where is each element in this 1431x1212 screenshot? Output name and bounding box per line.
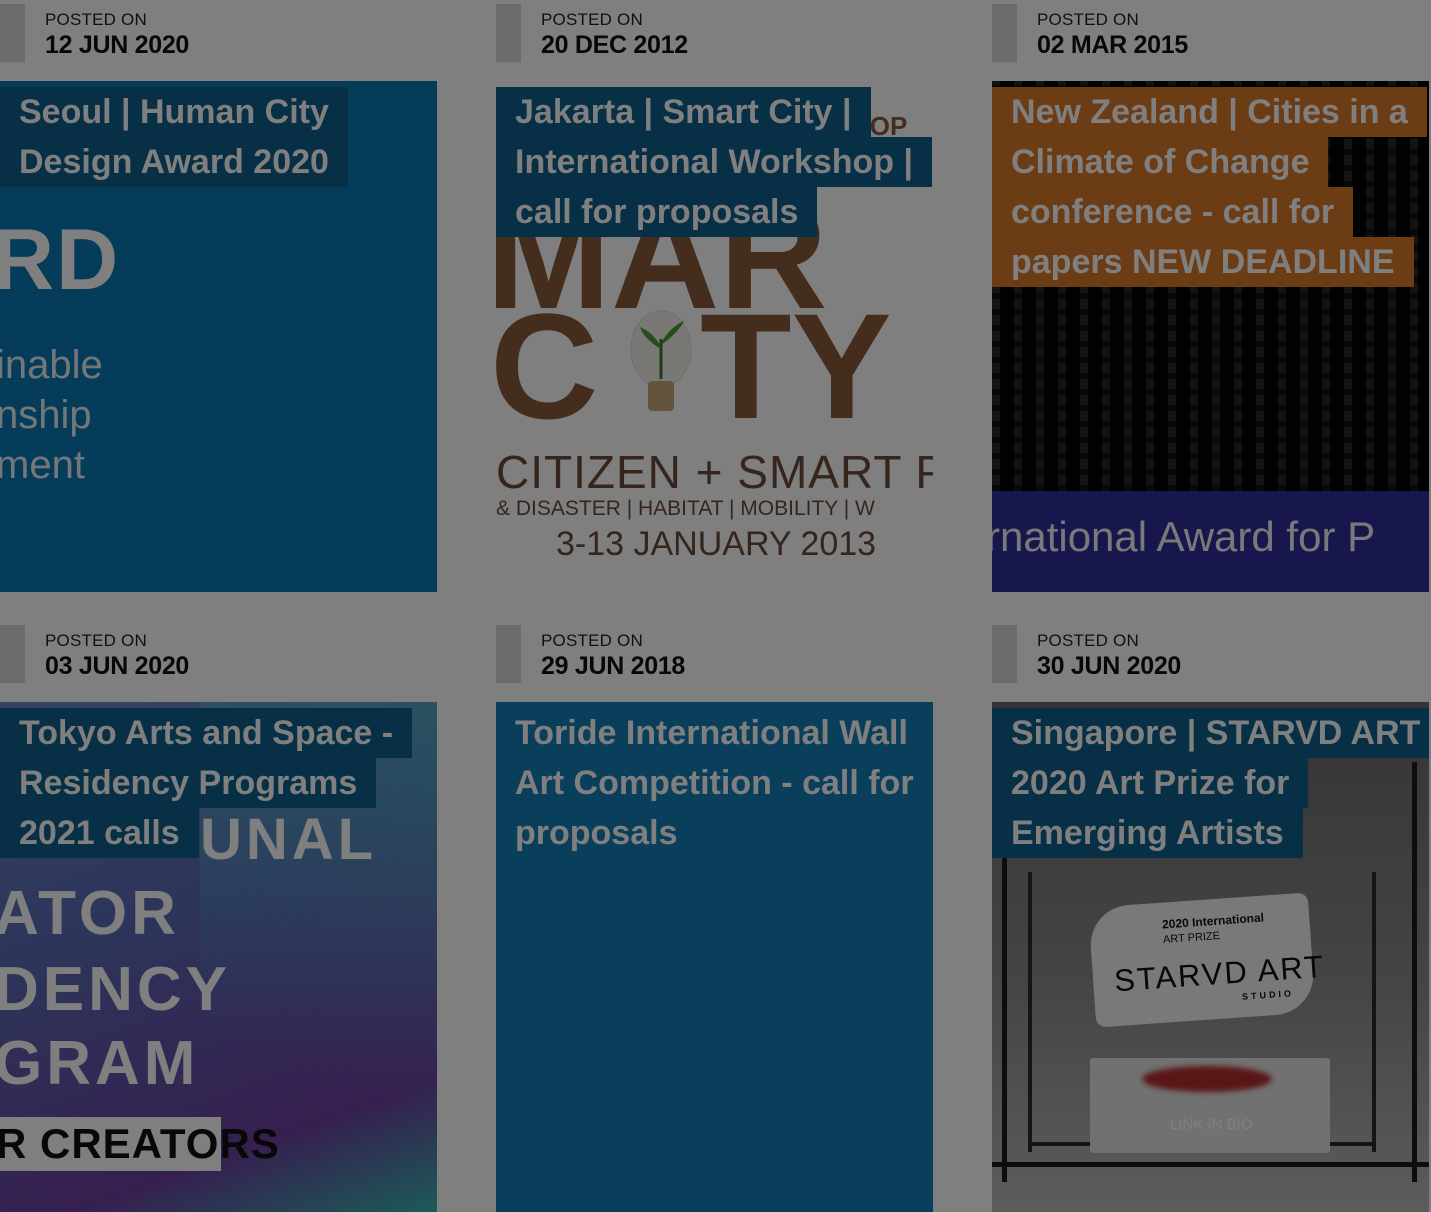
modal-overlay[interactable] xyxy=(0,0,1431,1212)
